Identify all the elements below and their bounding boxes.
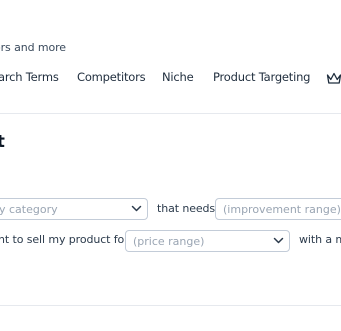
bottom-divider [0, 305, 341, 306]
category-select[interactable]: y category [0, 198, 148, 220]
sell-product-text: nt to sell my product for [0, 233, 129, 246]
chevron-down-icon [273, 237, 284, 244]
chevron-down-icon [131, 205, 142, 212]
page-title: ct [0, 132, 5, 152]
tab-competitors[interactable]: Competitors [77, 70, 146, 84]
nav-divider [0, 113, 341, 114]
improvement-select-placeholder: (improvement range) [223, 203, 341, 216]
tab-product-targeting[interactable]: Product Targeting [213, 70, 310, 84]
crown-icon[interactable] [326, 71, 341, 85]
category-select-placeholder: y category [0, 203, 58, 216]
tab-niche[interactable]: Niche [162, 70, 194, 84]
header-subtitle: ors and more [0, 41, 66, 54]
improvement-select[interactable]: (improvement range) [215, 198, 341, 220]
with-text: with a m [299, 233, 341, 246]
price-select-placeholder: (price range) [133, 235, 205, 248]
tab-search-terms[interactable]: arch Terms [0, 70, 59, 84]
nav-bar: arch Terms Competitors Niche Product Tar… [0, 70, 341, 88]
price-select[interactable]: (price range) [125, 230, 290, 252]
that-needs-text: that needs [157, 202, 216, 215]
